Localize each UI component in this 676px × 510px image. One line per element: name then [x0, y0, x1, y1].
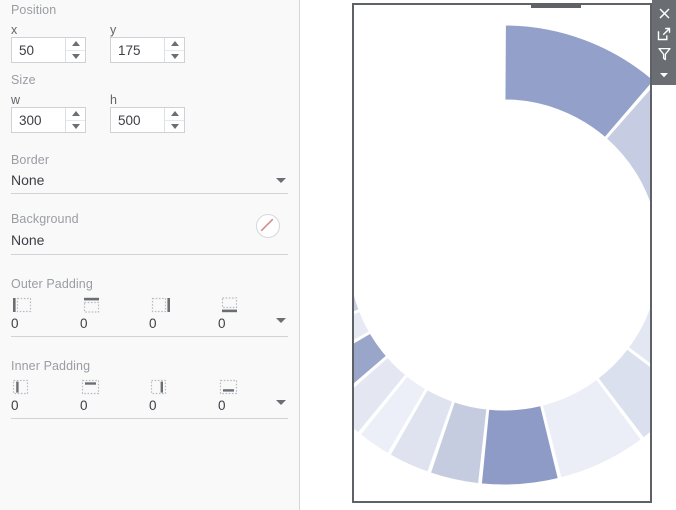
chart-toolbar[interactable] — [652, 0, 676, 85]
outer-padding-label: Outer Padding — [11, 277, 93, 291]
size-group-label: Size — [11, 73, 36, 87]
expand-button[interactable] — [652, 24, 676, 45]
size-h-field[interactable] — [111, 108, 164, 132]
background-value: None — [11, 232, 45, 248]
padding-inner-right-icon — [149, 377, 218, 397]
size-h-stepper[interactable] — [164, 108, 184, 132]
inner-padding-divider — [11, 400, 288, 419]
position-y-stepper[interactable] — [164, 38, 184, 62]
padding-inner-bottom-icon — [218, 377, 287, 397]
border-label: Border — [11, 153, 50, 167]
inner-padding-left-cell[interactable]: 0 — [11, 377, 80, 414]
padding-inner-left-icon — [11, 377, 80, 397]
inner-padding-left-value: 0 — [11, 398, 19, 413]
size-w-decrement[interactable] — [66, 121, 85, 133]
size-h-decrement[interactable] — [165, 121, 184, 133]
inner-padding-right-cell[interactable]: 0 — [149, 377, 218, 414]
background-select[interactable]: None — [11, 214, 288, 255]
border-select[interactable]: None — [11, 167, 288, 194]
canvas-area[interactable] — [301, 0, 676, 510]
more-button[interactable] — [652, 65, 676, 86]
size-w-increment[interactable] — [66, 108, 85, 121]
no-color-icon[interactable] — [256, 214, 280, 238]
donut-segments — [354, 24, 650, 486]
border-value: None — [11, 172, 45, 188]
position-x-field[interactable] — [12, 38, 65, 62]
outer-padding-left-value: 0 — [11, 316, 19, 331]
inner-padding-bottom-cell[interactable]: 0 — [218, 377, 287, 414]
inner-padding-label: Inner Padding — [11, 359, 91, 373]
properties-panel: Position x y Size — [0, 0, 300, 510]
open-external-icon — [657, 27, 671, 40]
size-w-field[interactable] — [12, 108, 65, 132]
inner-padding-chevron-down-icon[interactable] — [276, 400, 286, 405]
close-icon — [658, 8, 670, 19]
outer-padding-divider — [11, 318, 288, 337]
size-w-input[interactable] — [11, 107, 86, 133]
position-y-label: y — [110, 23, 117, 37]
inner-padding-right-value: 0 — [149, 398, 157, 413]
filter-button[interactable] — [652, 44, 676, 65]
position-y-increment[interactable] — [165, 38, 184, 51]
size-w-label: w — [11, 93, 21, 107]
padding-outer-top-icon — [80, 295, 149, 315]
chevron-down-icon — [660, 72, 668, 77]
position-x-input[interactable] — [11, 37, 86, 63]
size-h-increment[interactable] — [165, 108, 184, 121]
chart-frame[interactable] — [352, 3, 652, 503]
position-y-input[interactable] — [110, 37, 185, 63]
close-button[interactable] — [652, 3, 676, 24]
padding-outer-bottom-icon — [218, 295, 287, 315]
position-y-field[interactable] — [111, 38, 164, 62]
outer-padding-top-value: 0 — [80, 316, 88, 331]
position-x-increment[interactable] — [66, 38, 85, 51]
size-h-input[interactable] — [110, 107, 185, 133]
size-w-stepper[interactable] — [65, 108, 85, 132]
outer-padding-right-cell[interactable]: 0 — [149, 295, 218, 332]
outer-padding-top-cell[interactable]: 0 — [80, 295, 149, 332]
inner-padding-top-value: 0 — [80, 398, 88, 413]
filter-icon — [657, 48, 671, 61]
outer-padding-right-value: 0 — [149, 316, 157, 331]
position-x-decrement[interactable] — [66, 51, 85, 63]
size-h-label: h — [110, 93, 117, 107]
padding-outer-right-icon — [149, 295, 218, 315]
outer-padding-left-cell[interactable]: 0 — [11, 295, 80, 332]
outer-padding-bottom-cell[interactable]: 0 — [218, 295, 287, 332]
position-x-label: x — [11, 23, 18, 37]
inner-padding-top-cell[interactable]: 0 — [80, 377, 149, 414]
padding-outer-left-icon — [11, 295, 80, 315]
padding-inner-top-icon — [80, 377, 149, 397]
chevron-down-icon — [276, 178, 286, 183]
position-y-decrement[interactable] — [165, 51, 184, 63]
position-x-stepper[interactable] — [65, 38, 85, 62]
background-label: Background — [11, 212, 79, 226]
donut-chart[interactable] — [354, 5, 650, 501]
position-group-label: Position — [11, 3, 57, 17]
outer-padding-chevron-down-icon[interactable] — [276, 318, 286, 323]
